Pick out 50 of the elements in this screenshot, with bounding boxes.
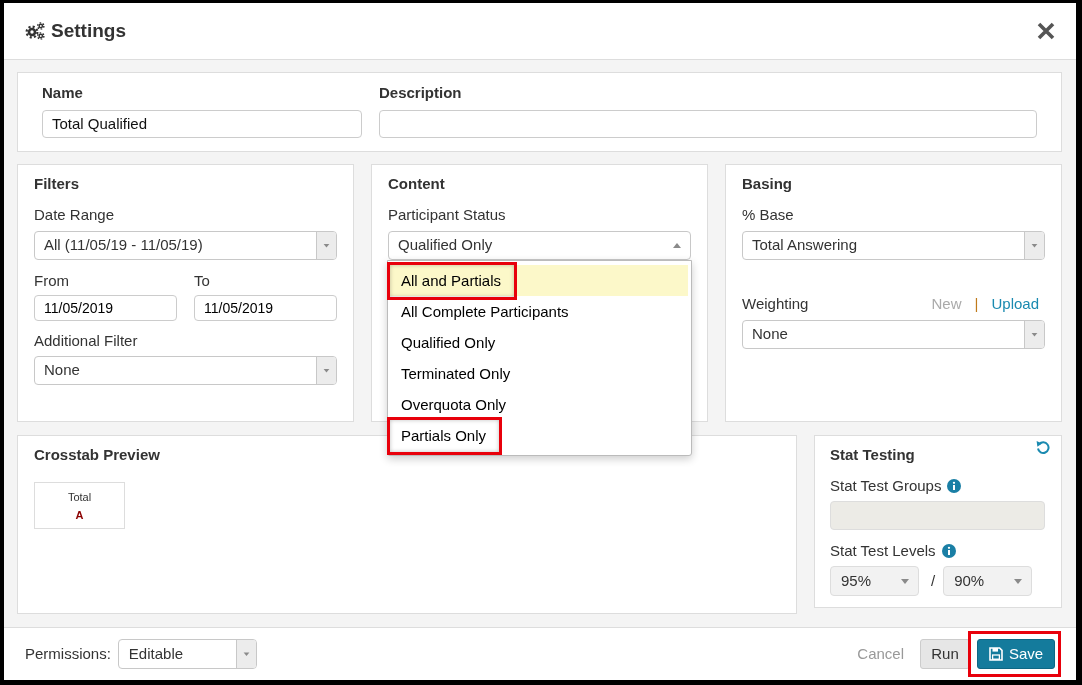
dropdown[interactable]: None	[742, 320, 1045, 349]
field-label: Date Range	[34, 205, 115, 225]
text-field[interactable]: 11/05/2019	[194, 295, 337, 321]
dropdown[interactable]: All (11/05/19 - 11/05/19)	[34, 231, 337, 260]
caret-icon	[316, 232, 336, 259]
text-field[interactable]: Total Qualified	[42, 110, 362, 138]
info-icon[interactable]	[941, 544, 956, 558]
field-label: Weighting	[742, 294, 809, 314]
column-label: Total	[67, 489, 92, 504]
column-letter: A	[75, 507, 84, 522]
level-separator: /	[931, 570, 936, 591]
dialog-title: Settings	[51, 19, 126, 43]
field-label: Permissions:	[25, 643, 111, 664]
section-title: Basing	[742, 174, 792, 194]
dropdown[interactable]: 95%	[830, 566, 919, 596]
gears-icon	[25, 22, 45, 40]
info-icon[interactable]	[947, 479, 962, 493]
dropdown[interactable]: Editable	[117, 639, 257, 669]
caret-icon	[1024, 321, 1044, 348]
caret-icon	[235, 640, 256, 668]
field-label: Stat Test Groups	[830, 476, 942, 496]
field-label: Name	[42, 83, 83, 103]
weighting-link[interactable]: Upload	[991, 294, 1039, 314]
field-label: Additional Filter	[34, 331, 138, 351]
dropdown[interactable]: Total Answering	[742, 231, 1045, 260]
dropdown[interactable]: 90%	[943, 566, 1033, 596]
text-field[interactable]	[379, 110, 1037, 138]
primary-button[interactable]: Save	[977, 639, 1055, 669]
caret-icon	[901, 578, 909, 584]
link-separator: |	[974, 294, 979, 314]
refresh-icon[interactable]	[1036, 440, 1050, 454]
section-title: Filters	[34, 174, 79, 194]
secondary-button[interactable]: Run	[920, 639, 970, 669]
caret-icon	[316, 357, 336, 384]
field-label: Stat Test Levels	[830, 541, 936, 561]
dropdown[interactable]: None	[34, 356, 337, 385]
section-title: Stat Testing	[830, 445, 915, 465]
section-title: Crosstab Preview	[34, 445, 160, 465]
field-label: To	[194, 271, 210, 291]
section-title: Content	[388, 174, 445, 194]
field-label: From	[34, 271, 69, 291]
caret-icon	[673, 243, 681, 248]
close-icon[interactable]	[1037, 22, 1055, 40]
field-label: % Base	[742, 205, 794, 225]
field-label: Participant Status	[388, 205, 506, 225]
text-field[interactable]: 11/05/2019	[34, 295, 177, 321]
field-label: Description	[379, 83, 462, 103]
caret-icon	[1014, 578, 1023, 584]
caret-icon	[1024, 232, 1044, 259]
dropdown[interactable]: Qualified Only	[388, 231, 691, 260]
